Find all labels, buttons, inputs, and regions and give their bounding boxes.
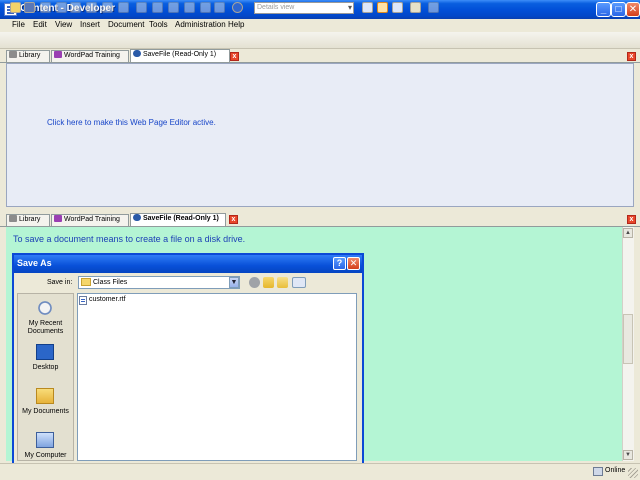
maximize-button[interactable]: □ [611,2,626,17]
layout-columns-icon[interactable] [392,2,403,13]
status-bar [0,463,640,480]
library-icon [9,215,17,222]
training-icon [54,215,62,222]
tab-label: Library [19,216,41,223]
close-tab-icon[interactable]: x [230,52,239,61]
redo-icon[interactable] [152,2,163,13]
layout-split-icon[interactable] [377,2,388,13]
cut-icon[interactable] [56,2,67,13]
view-select[interactable]: Details view [254,2,354,14]
menu-edit[interactable]: Edit [33,20,47,29]
rtf-file-icon [79,296,87,305]
save-icon[interactable] [24,2,35,13]
tab-label: WordPad Training [64,216,120,223]
folder-icon [81,278,91,286]
resize-grip[interactable] [628,468,638,478]
place-my-documents[interactable]: My Documents [17,408,74,416]
find-icon[interactable] [168,2,179,13]
my-documents-icon[interactable] [36,388,54,404]
place-my-computer[interactable]: My Computer [17,452,74,460]
tab-savefile-bottom[interactable]: SaveFile (Read-Only 1) [130,213,226,226]
place-desktop[interactable]: Desktop [17,364,74,372]
close-tab-icon[interactable]: x [229,215,238,224]
menu-help[interactable]: Help [228,20,244,29]
dialog-help-button[interactable]: ? [333,257,346,270]
document-icon [133,50,141,57]
dialog-close-button[interactable]: ✕ [347,257,360,270]
scroll-thumb[interactable] [623,314,633,364]
menu-insert[interactable]: Insert [80,20,100,29]
tab-savefile-top[interactable]: SaveFile (Read-Only 1) [130,49,230,62]
new-folder-icon[interactable] [277,277,288,288]
close-pane-icon[interactable]: x [627,52,636,61]
scroll-down-button[interactable]: ▼ [623,450,633,460]
menu-bar: File Edit View Insert Document Tools Adm… [0,19,640,32]
layout-normal-icon[interactable] [362,2,373,13]
file-list[interactable] [77,293,357,461]
sort-icon[interactable] [184,2,195,13]
tab-library-top[interactable]: Library [6,50,50,62]
file-item[interactable]: customer.rtf [89,296,126,303]
scroll-up-button[interactable]: ▲ [623,228,633,238]
tab-library-bottom[interactable]: Library [6,214,50,226]
menu-file[interactable]: File [12,20,25,29]
refresh-icon[interactable] [214,2,225,13]
tab-label: Library [19,52,41,59]
open-folder-icon[interactable] [10,2,21,13]
menu-tools[interactable]: Tools [149,20,168,29]
dropdown-arrow-icon[interactable]: ▼ [229,277,239,288]
delete-icon[interactable] [102,2,113,13]
tab-label: WordPad Training [64,52,120,59]
properties-icon[interactable] [118,2,129,13]
publish-icon[interactable] [410,2,421,13]
library-icon [9,51,17,58]
tab-wordpad-training-bottom[interactable]: WordPad Training [51,214,129,226]
recent-documents-icon[interactable] [36,300,54,316]
help-icon[interactable] [232,2,243,13]
save-in-label: Save in: [47,279,73,286]
tab-label: SaveFile (Read-Only 1) [143,51,217,58]
document-icon [133,214,141,221]
close-button[interactable]: ✕ [626,2,640,17]
undo-icon[interactable] [136,2,147,13]
save-in-select[interactable]: Class Files [78,276,240,289]
web-page-editor-panel[interactable] [6,63,634,207]
place-my-recent-documents[interactable]: My Recent Documents [17,320,74,336]
online-status: Online [605,467,626,474]
up-folder-icon[interactable] [263,277,274,288]
my-computer-icon[interactable] [36,432,54,448]
back-icon[interactable] [249,277,260,288]
training-icon [54,51,62,58]
minimize-button[interactable]: _ [596,2,611,17]
views-menu-icon[interactable] [292,277,306,288]
move-icon[interactable] [200,2,211,13]
tab-label: SaveFile (Read-Only 1) [143,215,219,222]
activate-editor-link[interactable]: Click here to make this Web Page Editor … [47,118,216,127]
copy-icon[interactable] [70,2,81,13]
dialog-title: Save As [17,258,52,268]
toolbar [0,32,640,49]
dialog-title-bar[interactable] [14,255,362,273]
intro-text: To save a document means to create a fil… [13,234,246,244]
menu-view[interactable]: View [55,20,72,29]
network-icon [593,467,603,476]
sync-icon[interactable] [428,2,439,13]
tab-wordpad-training-top[interactable]: WordPad Training [51,50,129,62]
paste-icon[interactable] [86,2,97,13]
menu-administration[interactable]: Administration [175,20,226,29]
desktop-icon[interactable] [36,344,54,360]
print-icon[interactable] [40,2,51,13]
close-pane-icon[interactable]: x [627,215,636,224]
menu-document[interactable]: Document [108,20,144,29]
